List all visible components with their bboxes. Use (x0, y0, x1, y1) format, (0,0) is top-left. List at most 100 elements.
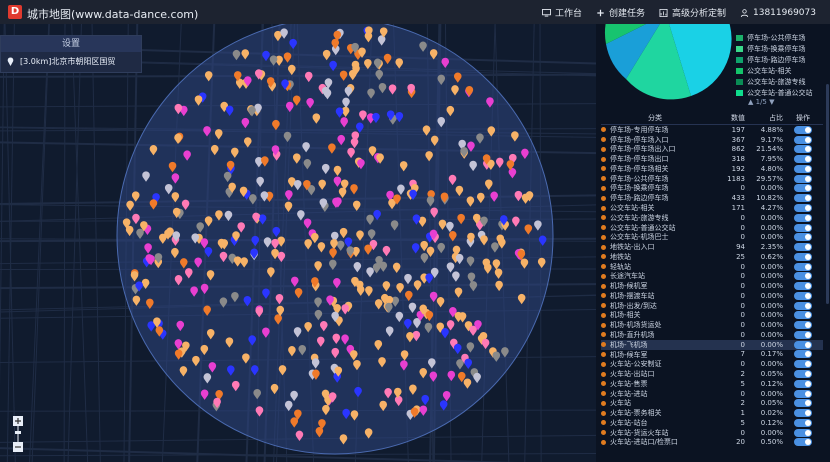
table-row[interactable]: 公交车站-普通公交站 0 0.00% (601, 223, 823, 233)
table-row[interactable]: 地铁站-出入口 94 2.35% (601, 242, 823, 252)
table-row[interactable]: 停车场-停车场出入口 862 21.54% (601, 145, 823, 155)
visibility-toggle[interactable] (794, 379, 812, 388)
map-canvas[interactable] (0, 24, 596, 462)
table-row[interactable]: 公交车站-旅游专线 0 0.00% (601, 213, 823, 223)
visibility-toggle[interactable] (794, 204, 812, 212)
row-category: 公交车站-普通公交站 (601, 223, 709, 233)
table-row[interactable]: 地铁站 25 0.62% (601, 252, 823, 262)
zoom-slider[interactable] (12, 416, 24, 452)
table-row[interactable]: 火车站-出站口 2 0.05% (601, 369, 823, 379)
table-row[interactable]: 停车场-路边停车场 433 10.82% (601, 193, 823, 203)
table-row[interactable]: 机场-机场货运处 0 0.00% (601, 320, 823, 330)
visibility-toggle[interactable] (794, 282, 812, 291)
row-op (783, 164, 823, 173)
row-op (783, 252, 823, 261)
row-ratio: 0.00% (760, 233, 783, 242)
legend-label: 停车场-路边停车场 (747, 55, 806, 64)
location-item[interactable]: [3.0km]北京市朝阳区国贸 (1, 52, 141, 70)
visibility-toggle[interactable] (794, 155, 812, 164)
user-account-button[interactable]: 13811969073 (740, 6, 816, 19)
visibility-toggle[interactable] (794, 125, 812, 134)
table-row[interactable]: 火车站-站台 5 0.12% (601, 418, 823, 428)
visibility-toggle[interactable] (794, 321, 812, 330)
visibility-toggle[interactable] (794, 213, 812, 222)
create-task-button[interactable]: 创建任务 (596, 6, 645, 19)
scrollbar[interactable] (826, 84, 829, 304)
row-category: 机场-出发/到达 (601, 301, 709, 311)
table-row[interactable]: 机场-候车室 7 0.17% (601, 350, 823, 360)
pager-prev-icon[interactable]: ▲ (748, 98, 753, 106)
visibility-toggle[interactable] (794, 223, 812, 232)
visibility-toggle[interactable] (794, 135, 812, 144)
visibility-toggle[interactable] (794, 233, 812, 242)
visibility-toggle[interactable] (794, 301, 812, 310)
visibility-toggle[interactable] (794, 418, 812, 427)
visibility-toggle[interactable] (794, 370, 812, 379)
visibility-toggle[interactable] (794, 389, 812, 398)
table-row[interactable]: 机场-相关 0 0.00% (601, 311, 823, 321)
table-header: 分类 数值 占比 操作 (601, 112, 823, 125)
visibility-toggle[interactable] (794, 291, 812, 300)
visibility-toggle[interactable] (794, 194, 812, 203)
advanced-analysis-button[interactable]: 高级分析定制 (659, 6, 726, 19)
legend-item[interactable]: 停车场-换乘停车场 (736, 43, 813, 54)
table-row[interactable]: 机场-候机室 0 0.00% (601, 281, 823, 291)
table-row[interactable]: 停车场-停车场相关 192 4.80% (601, 164, 823, 174)
legend-item[interactable]: 公交车站-旅游专线 (736, 76, 813, 87)
visibility-toggle[interactable] (794, 272, 812, 281)
visibility-toggle[interactable] (794, 174, 812, 183)
pager-next-icon[interactable]: ▼ (769, 98, 774, 106)
table-row[interactable]: 停车场-换乘停车场 0 0.00% (601, 184, 823, 194)
visibility-toggle[interactable] (794, 350, 812, 359)
city-map[interactable] (0, 24, 596, 462)
row-category: 停车场-换乘停车场 (601, 183, 709, 193)
table-row[interactable]: 机场-摆渡车站 0 0.00% (601, 291, 823, 301)
row-name: 机场-机场货运处 (610, 321, 662, 330)
visibility-toggle[interactable] (794, 340, 812, 349)
table-row[interactable]: 火车站-售票 5 0.12% (601, 379, 823, 389)
visibility-toggle[interactable] (794, 330, 812, 339)
visibility-toggle[interactable] (794, 184, 812, 193)
table-row[interactable]: 停车场-专用停车场 197 4.88% (601, 125, 823, 135)
row-count: 7 (740, 350, 745, 359)
table-row[interactable]: 停车场-停车场出口 318 7.95% (601, 154, 823, 164)
visibility-toggle[interactable] (794, 409, 812, 418)
table-row[interactable]: 公交车站-机场巴士 0 0.00% (601, 232, 823, 242)
visibility-toggle[interactable] (794, 311, 812, 320)
legend-item[interactable]: 停车场-路边停车场 (736, 54, 813, 65)
table-row[interactable]: 火车站-进站 0 0.00% (601, 389, 823, 399)
legend-item[interactable]: 停车场-公共停车场 (736, 32, 813, 43)
table-row[interactable]: 火车站-公安制证 0 0.00% (601, 359, 823, 369)
visibility-toggle[interactable] (794, 399, 812, 408)
visibility-toggle[interactable] (794, 243, 812, 252)
row-name: 火车站-货运火车站 (610, 428, 669, 437)
workbench-button[interactable]: 工作台 (542, 6, 582, 19)
table-row[interactable]: 机场-直升机场 0 0.00% (601, 330, 823, 340)
table-row[interactable]: 轻轨站 0 0.00% (601, 262, 823, 272)
legend-pager[interactable]: ▲ 1/5 ▼ (748, 98, 775, 106)
visibility-toggle[interactable] (794, 428, 812, 437)
legend-item[interactable]: 公交车站-普通公交站 (736, 87, 813, 98)
visibility-toggle[interactable] (794, 262, 812, 271)
legend-item[interactable]: 公交车站-相关 (736, 65, 813, 76)
table-row[interactable]: 长途汽车站 0 0.00% (601, 271, 823, 281)
table-row[interactable]: 停车场-公共停车场 1183 29.57% (601, 174, 823, 184)
table-row[interactable]: 火车站-货运火车站 0 0.00% (601, 428, 823, 438)
visibility-toggle[interactable] (794, 438, 812, 447)
row-name: 火车站-进站 (610, 389, 648, 398)
visibility-toggle[interactable] (794, 360, 812, 369)
table-row[interactable]: 机场-出发/到达 0 0.00% (601, 301, 823, 311)
table-row[interactable]: 火车站-进站口/检票口 20 0.50% (601, 438, 823, 448)
table-row[interactable]: 火车站-票务相关 1 0.02% (601, 408, 823, 418)
table-row[interactable]: 停车场-停车场入口 367 9.17% (601, 135, 823, 145)
row-count: 433 (731, 194, 745, 203)
row-ratio: 21.54% (756, 145, 783, 154)
row-op (783, 243, 823, 252)
table-row[interactable]: 火车站 2 0.05% (601, 398, 823, 408)
row-name: 机场-摆渡车站 (610, 291, 655, 300)
table-row[interactable]: 机场-飞机场 0 0.00% (601, 339, 823, 350)
visibility-toggle[interactable] (794, 145, 812, 154)
visibility-toggle[interactable] (794, 164, 812, 173)
visibility-toggle[interactable] (794, 252, 812, 261)
table-row[interactable]: 公交车站-相关 171 4.27% (601, 203, 823, 213)
